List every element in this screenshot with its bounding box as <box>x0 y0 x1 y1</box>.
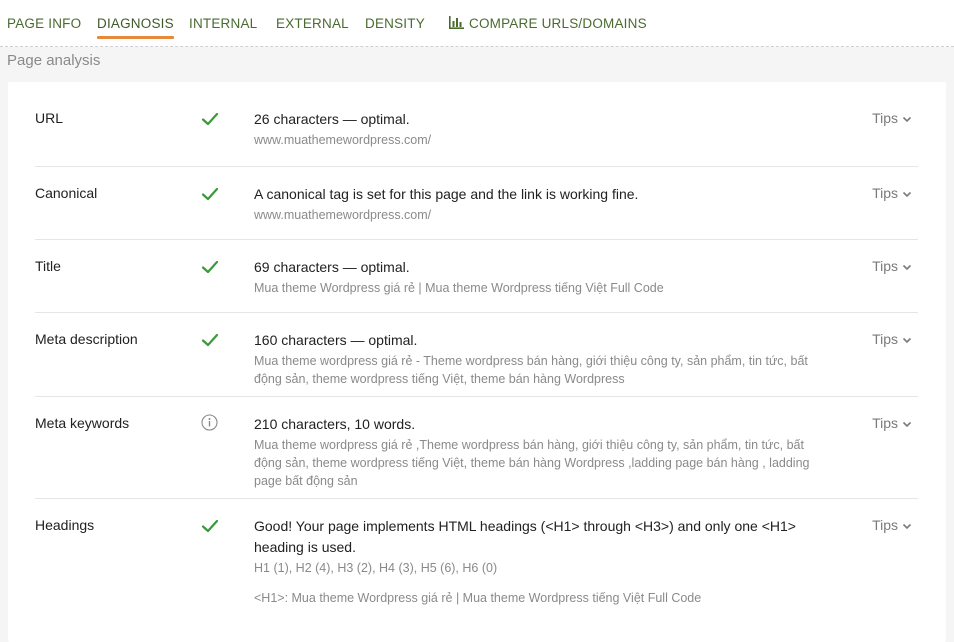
analysis-row-meta-description: Meta description 160 characters — optima… <box>35 312 918 397</box>
bar-chart-icon <box>449 16 464 29</box>
row-detail: H1 (1), H2 (4), H3 (2), H4 (3), H5 (6), … <box>254 561 498 575</box>
info-icon <box>201 414 218 431</box>
tips-button[interactable]: Tips <box>872 415 912 431</box>
chevron-down-icon <box>902 264 912 271</box>
chevron-down-icon <box>902 116 912 123</box>
tips-button[interactable]: Tips <box>872 258 912 274</box>
row-summary: 69 characters — optimal. <box>254 259 410 275</box>
tips-label: Tips <box>872 185 898 201</box>
analysis-row-canonical: Canonical A canonical tag is set for thi… <box>35 166 918 240</box>
analysis-panel: URL 26 characters — optimal. www.muathem… <box>8 82 946 642</box>
check-icon <box>201 519 219 533</box>
tips-label: Tips <box>872 415 898 431</box>
row-summary: 160 characters — optimal. <box>254 332 418 348</box>
row-label: URL <box>35 110 64 126</box>
check-icon <box>201 112 219 126</box>
tab-bar: PAGE INFO DIAGNOSIS INTERNAL EXTERNAL DE… <box>0 0 954 47</box>
tips-label: Tips <box>872 517 898 533</box>
row-content: 210 characters, 10 words. Mua theme word… <box>254 414 814 490</box>
tips-button[interactable]: Tips <box>872 331 912 347</box>
tips-label: Tips <box>872 331 898 347</box>
row-summary: A canonical tag is set for this page and… <box>254 186 639 202</box>
row-content: A canonical tag is set for this page and… <box>254 184 814 224</box>
analysis-row-meta-keywords: Meta keywords 210 characters, 10 words. … <box>35 396 918 499</box>
tips-label: Tips <box>872 258 898 274</box>
tips-button[interactable]: Tips <box>872 185 912 201</box>
row-detail: Mua theme Wordpress giá rẻ | Mua theme W… <box>254 281 664 295</box>
chevron-down-icon <box>902 523 912 530</box>
tab-density[interactable]: DENSITY <box>365 16 425 38</box>
tips-button[interactable]: Tips <box>872 517 912 533</box>
analysis-row-url: URL 26 characters — optimal. www.muathem… <box>35 82 918 167</box>
row-content: 69 characters — optimal. Mua theme Wordp… <box>254 257 814 297</box>
check-icon <box>201 260 219 274</box>
section-title: Page analysis <box>7 52 101 69</box>
row-content: 160 characters — optimal. Mua theme word… <box>254 330 814 388</box>
analysis-row-headings: Headings Good! Your page implements HTML… <box>35 498 918 622</box>
row-summary: 210 characters, 10 words. <box>254 416 416 432</box>
row-summary: 26 characters — optimal. <box>254 111 410 127</box>
chevron-down-icon <box>902 191 912 198</box>
tab-compare-urls-domains[interactable]: COMPARE URLS/DOMAINS <box>449 16 647 38</box>
tab-page-info[interactable]: PAGE INFO <box>7 16 81 38</box>
check-icon <box>201 333 219 347</box>
chevron-down-icon <box>902 421 912 428</box>
tab-compare-label: COMPARE URLS/DOMAINS <box>469 16 647 31</box>
analysis-row-title: Title 69 characters — optimal. Mua theme… <box>35 239 918 313</box>
row-summary: Good! Your page implements HTML headings… <box>254 518 796 555</box>
tab-external[interactable]: EXTERNAL <box>276 16 349 38</box>
row-detail: Mua theme wordpress giá rẻ ,Theme wordpr… <box>254 438 810 488</box>
tab-diagnosis[interactable]: DIAGNOSIS <box>97 16 174 39</box>
row-label: Canonical <box>35 185 98 201</box>
row-label: Meta description <box>35 331 138 347</box>
row-detail: Mua theme wordpress giá rẻ - Theme wordp… <box>254 354 808 386</box>
row-label: Title <box>35 258 61 274</box>
tips-button[interactable]: Tips <box>872 110 912 126</box>
row-detail-h1: <H1>: Mua theme Wordpress giá rẻ | Mua t… <box>254 591 702 605</box>
tab-internal[interactable]: INTERNAL <box>189 16 257 38</box>
row-content: Good! Your page implements HTML headings… <box>254 516 814 607</box>
row-detail: www.muathemewordpress.com/ <box>254 208 432 222</box>
chevron-down-icon <box>902 337 912 344</box>
row-label: Meta keywords <box>35 415 130 431</box>
row-detail: www.muathemewordpress.com/ <box>254 133 432 147</box>
tips-label: Tips <box>872 110 898 126</box>
check-icon <box>201 187 219 201</box>
row-content: 26 characters — optimal. www.muathemewor… <box>254 109 814 149</box>
row-label: Headings <box>35 517 95 533</box>
